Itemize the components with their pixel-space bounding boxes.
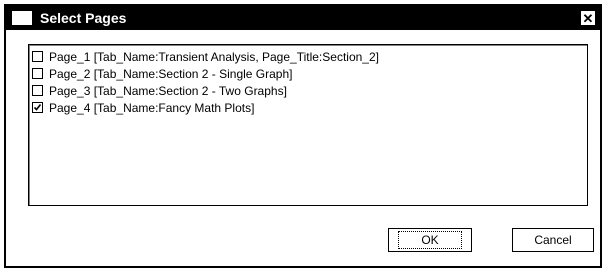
checkmark-icon <box>33 104 42 111</box>
window-icon <box>12 11 32 25</box>
list-item-label: Page_2 [Tab_Name:Section 2 - Single Grap… <box>49 66 293 81</box>
list-item[interactable]: Page_3 [Tab_Name:Section 2 - Two Graphs] <box>32 82 287 99</box>
list-item-label: Page_3 [Tab_Name:Section 2 - Two Graphs] <box>49 83 287 98</box>
checkbox-page-3[interactable] <box>32 85 43 96</box>
checkbox-page-4[interactable] <box>32 102 43 113</box>
list-item[interactable]: Page_1 [Tab_Name:Transient Analysis, Pag… <box>32 48 379 65</box>
list-item[interactable]: Page_2 [Tab_Name:Section 2 - Single Grap… <box>32 65 292 82</box>
list-item-label: Page_1 [Tab_Name:Transient Analysis, Pag… <box>49 49 379 64</box>
ok-button-label: OK <box>398 231 462 249</box>
checkbox-page-1[interactable] <box>32 51 43 62</box>
ok-button[interactable]: OK <box>388 228 472 252</box>
close-icon: ✕ <box>582 11 594 26</box>
cancel-button[interactable]: Cancel <box>512 228 594 252</box>
pages-listbox[interactable]: Page_1 [Tab_Name:Transient Analysis, Pag… <box>28 44 588 206</box>
title-bar[interactable]: Select Pages ✕ <box>6 6 600 30</box>
list-item-label: Page_4 [Tab_Name:Fancy Math Plots] <box>49 100 255 115</box>
checkbox-page-2[interactable] <box>32 68 43 79</box>
list-item[interactable]: Page_4 [Tab_Name:Fancy Math Plots] <box>32 99 254 116</box>
close-button[interactable]: ✕ <box>580 10 596 26</box>
dialog-title: Select Pages <box>40 10 127 26</box>
cancel-button-label: Cancel <box>534 233 572 247</box>
